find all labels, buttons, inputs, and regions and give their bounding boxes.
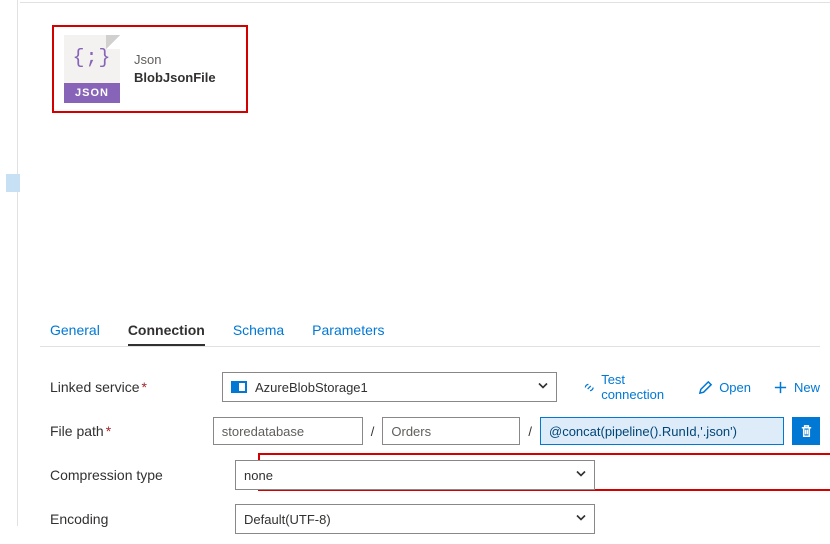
file-path-file-expression[interactable] — [540, 417, 784, 445]
row-encoding: Encoding Default(UTF-8) — [50, 500, 820, 538]
linked-service-actions: Test connection Open New — [583, 372, 820, 402]
compression-select[interactable]: none — [235, 460, 595, 490]
clear-file-button[interactable] — [792, 417, 820, 445]
file-path-container-input[interactable] — [213, 417, 363, 445]
dataset-type-label: Json — [134, 51, 216, 69]
chevron-down-icon — [537, 380, 549, 395]
linked-service-select[interactable]: AzureBlobStorage1 — [222, 372, 557, 402]
path-separator: / — [371, 424, 375, 439]
test-connection-button[interactable]: Test connection — [583, 372, 676, 402]
file-path-label: File path* — [50, 423, 213, 439]
tabs-divider — [40, 346, 820, 347]
open-button[interactable]: Open — [698, 372, 751, 402]
row-compression: Compression type none — [50, 456, 820, 494]
row-linked-service: Linked service* AzureBlobStorage1 Test c… — [50, 368, 820, 406]
tab-parameters[interactable]: Parameters — [312, 322, 384, 346]
chevron-down-icon — [575, 512, 587, 527]
new-button[interactable]: New — [773, 372, 820, 402]
row-file-path: File path* / / — [50, 412, 820, 450]
encoding-value: Default(UTF-8) — [244, 512, 331, 527]
top-divider — [20, 0, 830, 3]
trash-icon — [799, 424, 814, 439]
compression-label: Compression type — [50, 467, 235, 483]
dataset-card[interactable]: {;} JSON Json BlobJsonFile — [52, 25, 248, 113]
path-separator: / — [528, 424, 532, 439]
compression-value: none — [244, 468, 273, 483]
plus-icon — [773, 380, 788, 395]
encoding-select[interactable]: Default(UTF-8) — [235, 504, 595, 534]
test-connection-icon — [583, 380, 595, 395]
dataset-name: BlobJsonFile — [134, 69, 216, 87]
pencil-icon — [698, 380, 713, 395]
encoding-label: Encoding — [50, 511, 235, 527]
tab-schema[interactable]: Schema — [233, 322, 284, 346]
canvas: {;} JSON Json BlobJsonFile General Conne… — [20, 0, 830, 526]
tab-general[interactable]: General — [50, 322, 100, 346]
linked-service-label: Linked service* — [50, 379, 222, 395]
tab-connection[interactable]: Connection — [128, 322, 205, 346]
storage-icon — [231, 381, 247, 393]
linked-service-value: AzureBlobStorage1 — [255, 380, 368, 395]
dataset-meta: Json BlobJsonFile — [134, 51, 216, 87]
connection-form: Linked service* AzureBlobStorage1 Test c… — [50, 368, 820, 544]
file-path-folder-input[interactable] — [382, 417, 520, 445]
nav-selected-marker — [6, 174, 20, 192]
dataset-tabs: General Connection Schema Parameters — [50, 322, 385, 346]
json-file-icon: {;} JSON — [64, 35, 120, 103]
chevron-down-icon — [575, 468, 587, 483]
nav-sliver — [0, 0, 18, 526]
